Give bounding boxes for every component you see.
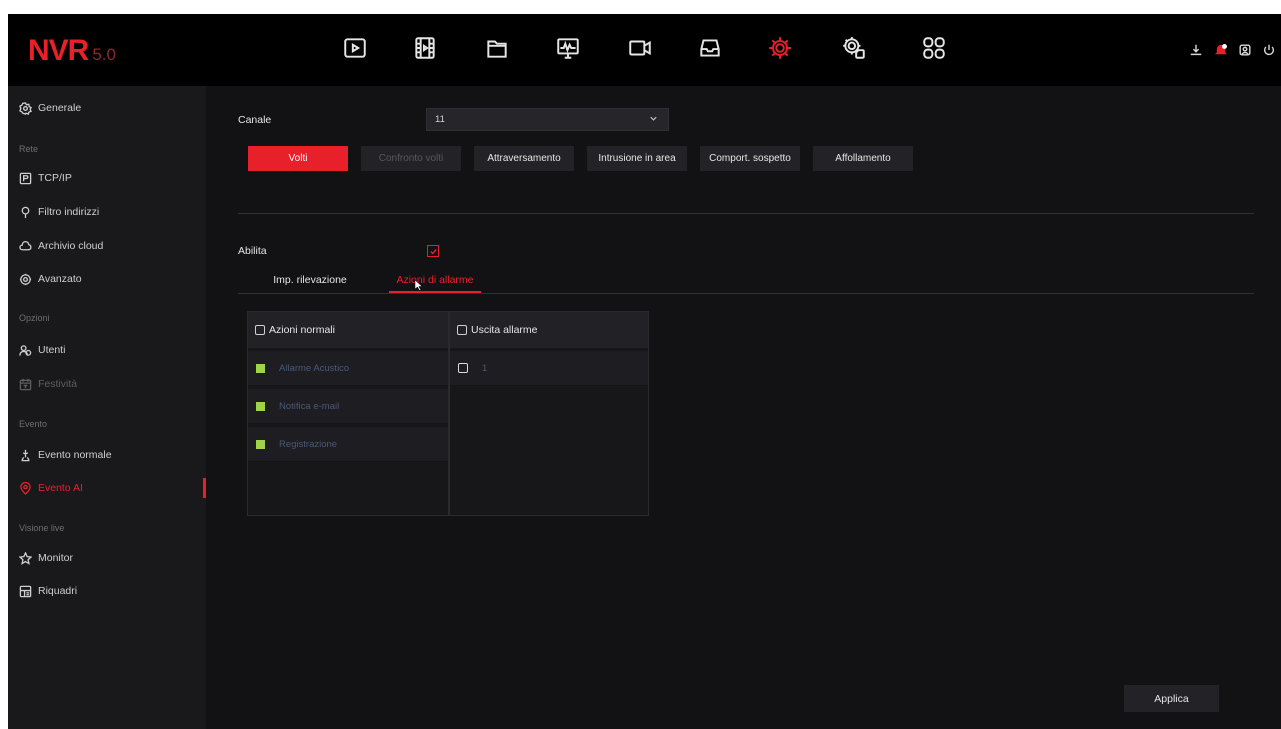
sidebar-item-label: Avanzato <box>38 273 82 285</box>
sidebar-item-label: Riquadri <box>38 585 78 597</box>
event-icon <box>19 449 32 462</box>
sidebar-group-visione-live: Visione live <box>19 523 65 533</box>
main-content: Canale 11 Volti Confronto volti Attraver… <box>206 86 1281 729</box>
list-item[interactable]: Allarme Acustico <box>248 351 448 386</box>
sidebar-group-opzioni: Opzioni <box>19 313 50 323</box>
output-checkbox[interactable] <box>458 363 468 373</box>
list-item[interactable]: 1 <box>450 351 648 386</box>
channel-label: Canale <box>238 114 272 126</box>
channel-select[interactable]: 11 <box>426 108 669 131</box>
filter-icon <box>19 206 32 219</box>
tab-azioni-di-allarme[interactable]: Azioni di allarme <box>389 268 481 293</box>
output-label: 1 <box>482 362 488 374</box>
sidebar-item-label: Festività <box>38 378 78 390</box>
sidebar-item-monitor[interactable]: Monitor <box>8 545 206 571</box>
tab-intrusione-in-area[interactable]: Intrusione in area <box>587 146 687 171</box>
sidebar-item-avanzato[interactable]: Avanzato <box>8 266 206 292</box>
tab-attraversamento[interactable]: Attraversamento <box>474 146 574 171</box>
tab-volti[interactable]: Volti <box>248 146 348 171</box>
sidebar-item-riquadri[interactable]: Riquadri <box>8 578 206 604</box>
list-item[interactable]: Registrazione <box>248 427 448 462</box>
tab-comport-sospetto[interactable]: Comport. sospetto <box>700 146 800 171</box>
action-label: Registrazione <box>279 438 338 450</box>
select-all-checkbox[interactable] <box>457 325 467 335</box>
sidebar-group-evento: Evento <box>19 419 48 429</box>
enable-checkbox[interactable] <box>427 245 439 257</box>
divider <box>238 293 1254 294</box>
alarm-output-title: Uscita allarme <box>471 324 538 336</box>
sidebar-item-archivio-cloud[interactable]: Archivio cloud <box>8 233 206 259</box>
camera-icon[interactable] <box>626 34 654 62</box>
channel-value: 11 <box>435 114 445 125</box>
enabled-checkbox[interactable] <box>256 439 265 449</box>
sidebar-item-evento-normale[interactable]: Evento normale <box>8 442 206 468</box>
files-icon[interactable] <box>483 34 511 62</box>
tab-confronto-volti[interactable]: Confronto volti <box>361 146 461 171</box>
p-box-icon <box>19 172 32 185</box>
sidebar-item-label: Utenti <box>38 344 66 356</box>
logo-text: NVR <box>28 34 89 67</box>
sidebar-group-rete: Rete <box>19 144 39 154</box>
gear-advanced-icon <box>19 273 32 286</box>
action-label: Notifica e-mail <box>279 400 340 412</box>
alarm-output-panel: Uscita allarme 1 <box>449 311 649 516</box>
app-logo: NVR 5.0 <box>28 34 116 68</box>
alarm-output-header: Uscita allarme <box>450 312 648 348</box>
sidebar-item-generale[interactable]: Generale <box>8 95 206 121</box>
chevron-down-icon <box>649 114 658 126</box>
sidebar-item-utenti[interactable]: Utenti <box>8 337 206 363</box>
sidebar-item-tcpip[interactable]: TCP/IP <box>8 165 206 191</box>
apps-grid-icon[interactable] <box>920 34 948 62</box>
tab-affollamento[interactable]: Affollamento <box>813 146 913 171</box>
normal-actions-panel: Azioni normali Allarme Acustico Notifica… <box>247 311 449 516</box>
download-icon[interactable] <box>1188 42 1204 58</box>
system-monitor-icon[interactable] <box>554 34 582 62</box>
select-all-checkbox[interactable] <box>255 325 265 335</box>
layout-icon <box>19 585 32 598</box>
divider <box>238 213 1254 214</box>
apply-button[interactable]: Applica <box>1124 685 1219 712</box>
alarm-bell-icon[interactable] <box>1213 42 1229 58</box>
sidebar-item-label: Evento normale <box>38 449 112 461</box>
nvr-screen: NVR 5.0 Generale Rete TCP/IP Filtro indi… <box>8 14 1281 729</box>
sidebar: Generale Rete TCP/IP Filtro indirizzi Ar… <box>8 86 206 729</box>
action-label: Allarme Acustico <box>279 362 350 374</box>
normal-actions-title: Azioni normali <box>269 324 335 336</box>
gear-circle-icon <box>19 101 32 115</box>
power-icon[interactable] <box>1261 42 1277 58</box>
sidebar-item-label: Archivio cloud <box>38 240 104 252</box>
logo-version: 5.0 <box>92 45 116 64</box>
sidebar-item-label: Evento AI <box>38 482 83 494</box>
enable-label: Abilita <box>238 245 267 257</box>
user-icon[interactable] <box>1237 42 1253 58</box>
sidebar-item-label: Generale <box>38 102 82 114</box>
advanced-settings-icon[interactable] <box>840 34 868 62</box>
ai-location-icon <box>19 481 32 495</box>
sidebar-item-label: TCP/IP <box>38 172 72 184</box>
enabled-checkbox[interactable] <box>256 363 265 373</box>
sidebar-item-label: Monitor <box>38 552 74 564</box>
storage-icon[interactable] <box>696 34 724 62</box>
settings-icon[interactable] <box>766 34 794 62</box>
enabled-checkbox[interactable] <box>256 401 265 411</box>
users-icon <box>19 344 32 357</box>
video-clips-icon[interactable] <box>411 34 439 62</box>
check-icon <box>429 248 437 255</box>
normal-actions-header: Azioni normali <box>248 312 448 348</box>
sidebar-item-label: Filtro indirizzi <box>38 206 100 218</box>
mouse-cursor-icon <box>415 280 423 291</box>
star-icon <box>19 551 32 565</box>
sidebar-item-evento-ai[interactable]: Evento AI <box>8 475 206 501</box>
tab-imp-rilevazione[interactable]: Imp. rilevazione <box>254 268 366 292</box>
cloud-icon <box>19 240 32 253</box>
calendar-icon <box>19 378 32 391</box>
sidebar-item-filtro-indirizzi[interactable]: Filtro indirizzi <box>8 199 206 225</box>
playback-icon[interactable] <box>341 34 369 62</box>
list-item[interactable]: Notifica e-mail <box>248 389 448 424</box>
top-bar: NVR 5.0 <box>8 14 1281 86</box>
sidebar-item-festivita[interactable]: Festività <box>8 371 206 397</box>
